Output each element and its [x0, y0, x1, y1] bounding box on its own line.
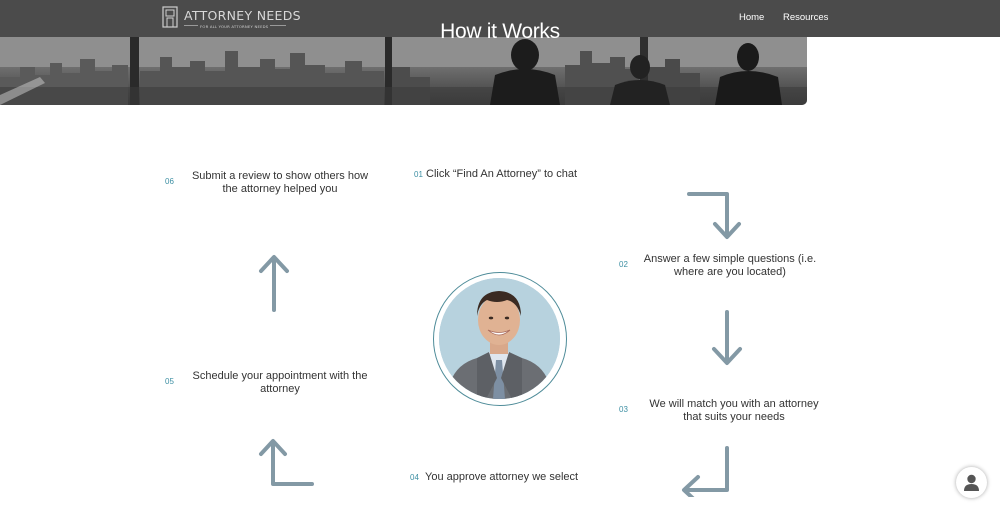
step-6-number: 06	[165, 177, 174, 186]
user-chat-icon	[964, 474, 979, 491]
arrow-turn-down-icon	[687, 190, 743, 242]
chat-launcher-button[interactable]	[956, 467, 987, 498]
step-5-number: 05	[165, 377, 174, 386]
arrow-down-icon	[711, 310, 743, 368]
step-4-text: You approve attorney we select	[425, 471, 579, 483]
arrow-turn-up-icon	[258, 436, 316, 488]
step-5-text-line2: attorney	[260, 383, 300, 395]
step-3-number: 03	[619, 405, 628, 414]
step-1-number: 01	[414, 170, 423, 179]
arrow-up-icon	[258, 254, 290, 314]
step-6-text-line2: the attorney helped you	[222, 183, 338, 195]
attorney-photo	[439, 278, 560, 399]
step-3-text-line2: that suits your needs	[683, 411, 785, 423]
step-5-text: Schedule your appointment with the attor…	[180, 370, 380, 396]
step-2-number: 02	[619, 260, 628, 269]
step-3-text-line1: We will match you with an attorney	[649, 398, 819, 410]
attorney-photo-frame	[433, 272, 567, 406]
step-5-text-line1: Schedule your appointment with the	[192, 370, 368, 382]
step-3-text: We will match you with an attorney that …	[635, 398, 833, 424]
hero-title: How it Works	[440, 20, 560, 43]
step-1-text: Click “Find An Attorney” to chat	[426, 168, 578, 180]
hero-banner	[0, 37, 807, 105]
arrow-turn-left-icon	[680, 445, 732, 497]
step-4-number: 04	[410, 473, 419, 482]
step-2-text: Answer a few simple questions (i.e. wher…	[635, 253, 825, 279]
step-2-text-line2: where are you located)	[674, 266, 786, 278]
step-6-text: Submit a review to show others how the a…	[180, 170, 380, 196]
step-6-text-line1: Submit a review to show others how	[191, 170, 369, 182]
step-2-text-line1: Answer a few simple questions (i.e.	[643, 253, 817, 265]
hero-cityscape-image	[0, 37, 807, 105]
